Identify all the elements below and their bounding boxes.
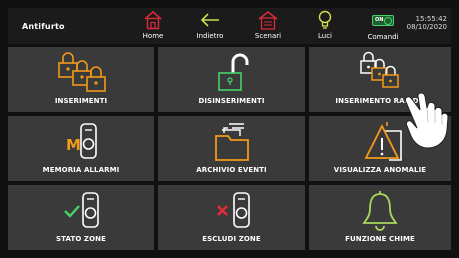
locked-padlocks-icon bbox=[58, 52, 106, 92]
nav-back-button[interactable]: Indietro bbox=[183, 9, 237, 43]
tile-archivio-eventi[interactable]: ARCHIVIO EVENTI bbox=[158, 116, 305, 181]
zone-status-check-icon bbox=[64, 192, 99, 228]
tile-inserimenti-label: INSERIMENTI bbox=[54, 97, 108, 105]
tile-escludi-zone[interactable]: ESCLUDI ZONE bbox=[158, 185, 305, 250]
tile-funzione-chime[interactable]: FUNZIONE CHIME bbox=[309, 185, 451, 250]
unlocked-padlock-icon bbox=[218, 53, 249, 91]
clock-time: 15:55:42 bbox=[415, 15, 447, 23]
nav-scenarios-label: Scenari bbox=[254, 32, 282, 40]
app-screen: Antifurto Home Indietro Scenari Luci ON … bbox=[0, 0, 459, 258]
event-archive-folder-icon bbox=[215, 123, 249, 161]
chime-bell-icon bbox=[362, 191, 398, 231]
on-toggle-icon: ON bbox=[372, 14, 394, 26]
tile-escludi-zone-label: ESCLUDI ZONE bbox=[202, 235, 261, 243]
home-icon bbox=[144, 10, 162, 30]
tile-archivio-eventi-label: ARCHIVIO EVENTI bbox=[196, 166, 267, 174]
tile-visualizza-anomalie-label: VISUALIZZA ANOMALIE bbox=[333, 166, 427, 174]
tile-disinserimenti[interactable]: DISINSERIMENTI bbox=[158, 47, 305, 112]
nav-lights-label: Luci bbox=[317, 32, 332, 40]
memory-badge: M bbox=[66, 136, 81, 154]
nav-lights-button[interactable]: Luci bbox=[298, 9, 352, 43]
clock: 15:55:42 08/10/2020 bbox=[407, 15, 447, 31]
nav-home-label: Home bbox=[142, 32, 164, 40]
back-arrow-icon bbox=[200, 13, 219, 27]
tile-disinserimenti-label: DISINSERIMENTI bbox=[198, 97, 265, 105]
top-bar: Antifurto Home Indietro Scenari Luci ON … bbox=[8, 8, 451, 44]
pointing-hand-icon bbox=[405, 92, 449, 149]
tile-inserimenti[interactable]: INSERIMENTI bbox=[8, 47, 154, 112]
nav-commands-button[interactable]: ON Comandi bbox=[356, 9, 410, 43]
tile-funzione-chime-label: FUNZIONE CHIME bbox=[345, 235, 415, 243]
alarm-memory-sensor-icon: M bbox=[66, 123, 97, 159]
lightbulb-icon bbox=[318, 10, 332, 29]
function-grid: INSERIMENTI DISINSERIMENTI INSERIMENTO R… bbox=[8, 47, 451, 250]
nav-back-label: Indietro bbox=[196, 32, 224, 40]
nav-commands-label: Comandi bbox=[367, 33, 399, 41]
tile-memoria-allarmi-label: MEMORIA ALLARMI bbox=[42, 166, 120, 174]
scenarios-icon bbox=[258, 11, 278, 30]
nav-scenarios-button[interactable]: Scenari bbox=[241, 9, 295, 43]
nav-home-button[interactable]: Home bbox=[126, 9, 180, 43]
tile-stato-zone-label: STATO ZONE bbox=[56, 235, 106, 243]
exclude-zone-x-icon bbox=[217, 192, 250, 228]
page-title: Antifurto bbox=[22, 21, 65, 31]
clock-date: 08/10/2020 bbox=[406, 23, 447, 31]
toggle-on-text: ON bbox=[375, 16, 384, 23]
tile-stato-zone[interactable]: STATO ZONE bbox=[8, 185, 154, 250]
tile-memoria-allarmi[interactable]: M MEMORIA ALLARMI bbox=[8, 116, 154, 181]
